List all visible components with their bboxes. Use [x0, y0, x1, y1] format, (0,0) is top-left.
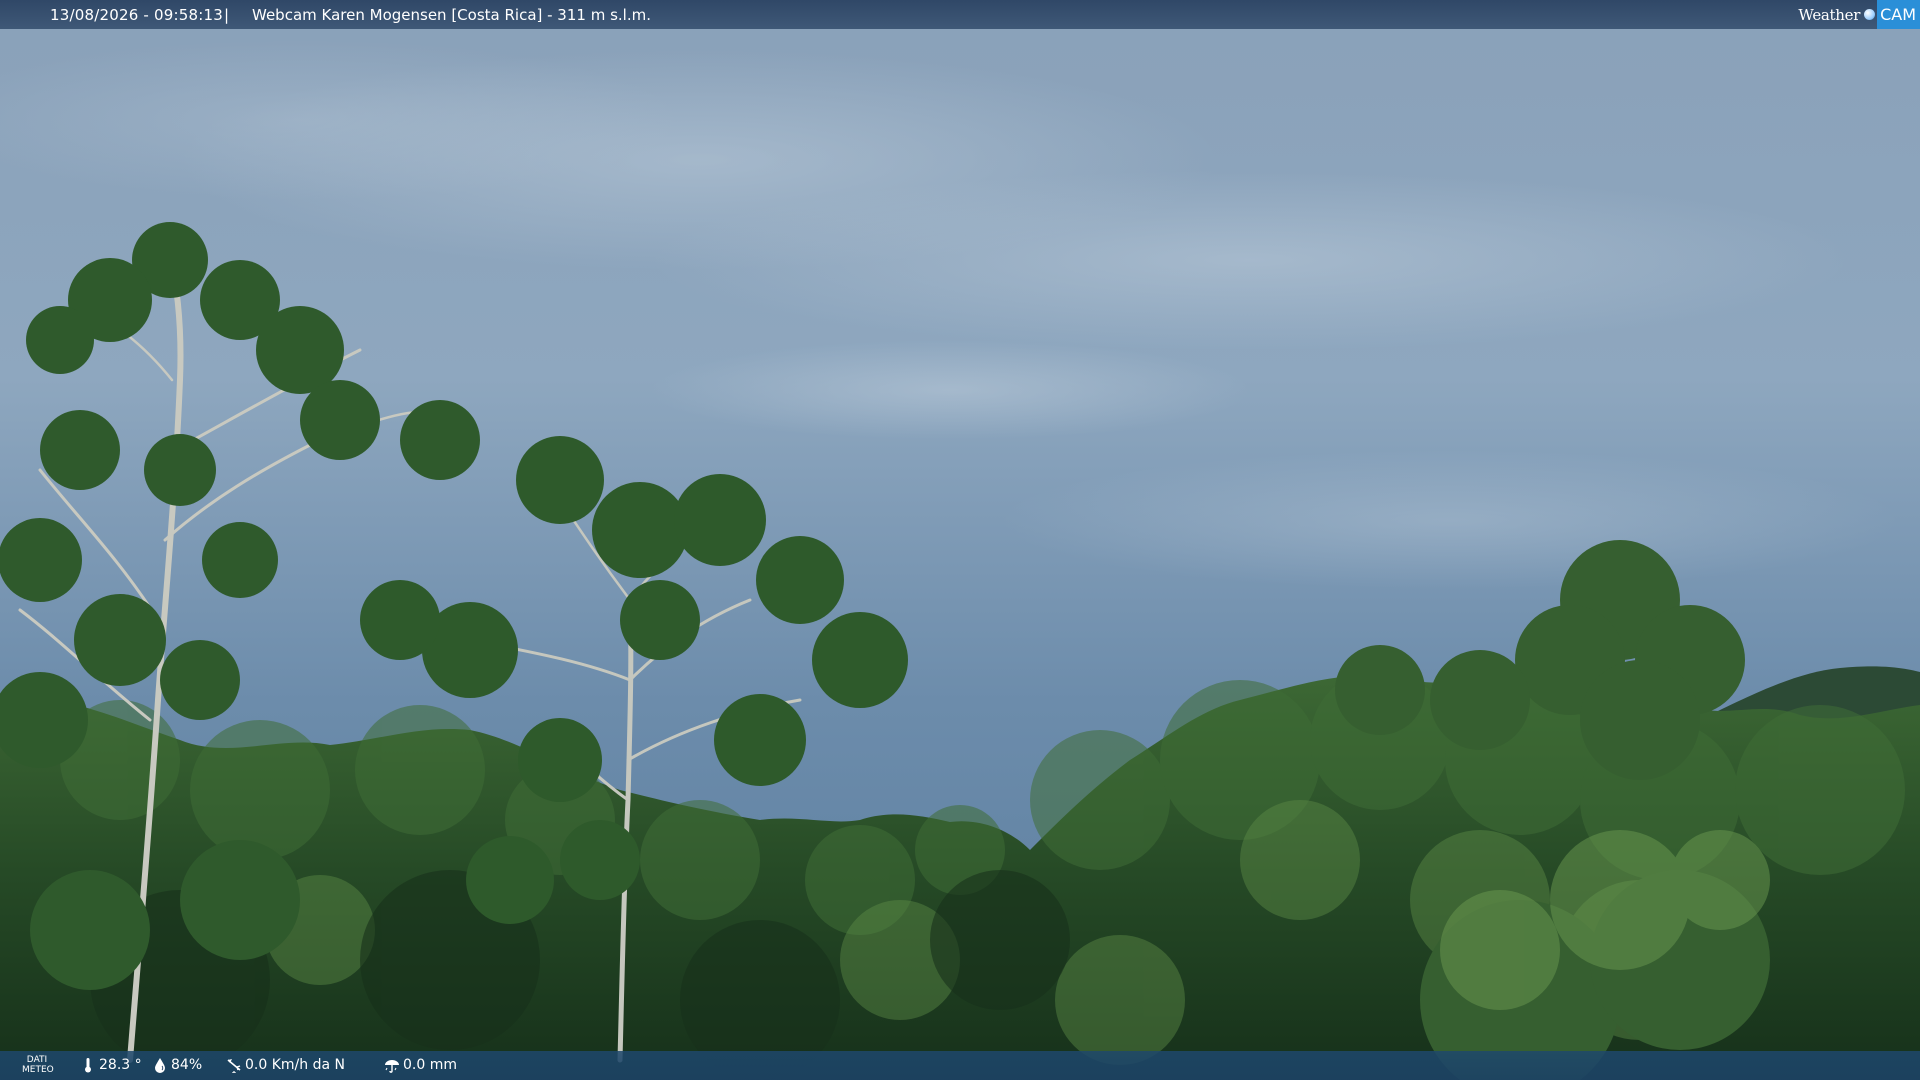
title-separator: | [224, 6, 230, 24]
logo-weather-text: Weather [1798, 5, 1861, 24]
weather-data-bar: DATI METEO 28.3 ° 84% 0.0 Km/h da N 0.0 … [0, 1051, 1920, 1080]
webcam-title: Webcam Karen Mogensen [Costa Rica] - 311… [252, 6, 651, 24]
rain-gauge-icon [385, 1060, 399, 1073]
meteo-label: DATI METEO [22, 1055, 54, 1075]
wind-reading: 0.0 Km/h da N [226, 1057, 345, 1073]
webcam-scene [0, 0, 1920, 1080]
humidity-reading: 84% [152, 1057, 202, 1073]
meteo-label-line1: DATI [26, 1055, 48, 1065]
humidity-drop-icon [155, 1058, 165, 1073]
meteo-label-line2: METEO [22, 1065, 54, 1075]
logo-dot-icon [1864, 9, 1876, 20]
timestamp: 13/08/2026 - 09:58:13 [50, 6, 223, 24]
rain-value: 0.0 mm [403, 1057, 457, 1073]
top-info-bar: 13/08/2026 - 09:58:13 | Webcam Karen Mog… [0, 0, 1920, 29]
humidity-value: 84% [171, 1057, 203, 1073]
webcam-frame: 13/08/2026 - 09:58:13 | Webcam Karen Mog… [0, 0, 1920, 1080]
weathercam-logo[interactable]: Weather CAM [1792, 0, 1920, 29]
wind-vane-icon [227, 1059, 241, 1073]
temperature-value: 28.3 ° [99, 1057, 142, 1073]
logo-cam-text: CAM [1877, 0, 1920, 29]
wind-value: 0.0 Km/h da N [245, 1057, 345, 1073]
rain-reading: 0.0 mm [384, 1057, 457, 1073]
thermometer-icon [85, 1058, 91, 1073]
temperature-reading: 28.3 ° [80, 1057, 142, 1073]
